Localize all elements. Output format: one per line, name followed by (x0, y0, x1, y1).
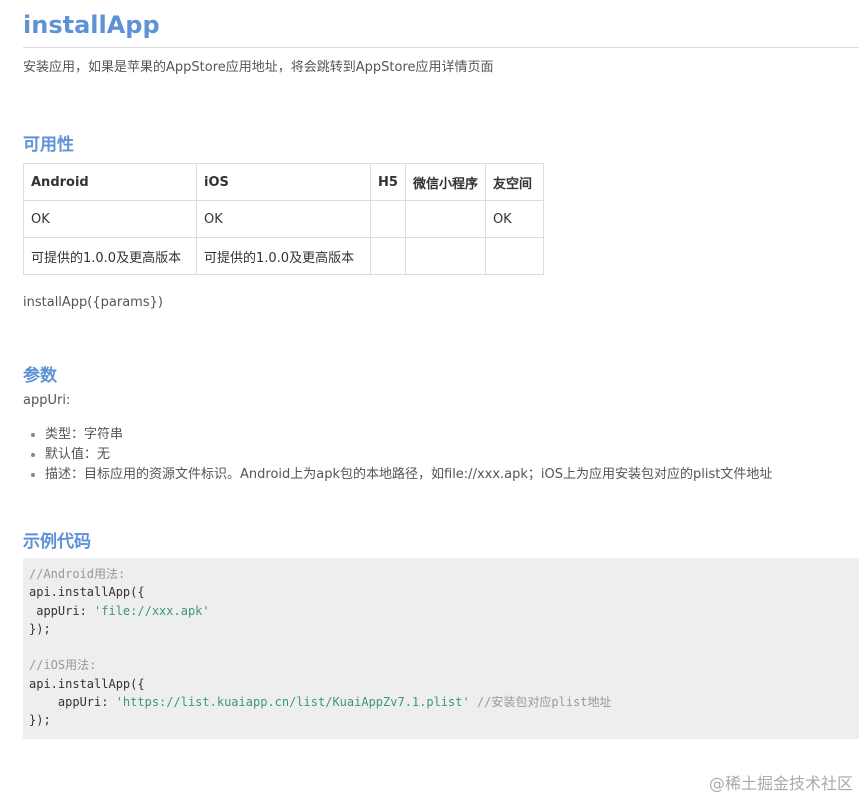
code-line: api.installApp({ (29, 585, 145, 600)
column-header-android: Android (23, 163, 197, 201)
table-cell: OK (23, 200, 197, 238)
code-string: 'https://list.kuaiapp.cn/list/KuaiAppZv7… (115, 695, 470, 710)
table-cell: 可提供的1.0.0及更高版本 (196, 237, 371, 275)
table-cell (370, 237, 406, 275)
watermark: @稀土掘金技术社区 (708, 774, 853, 793)
code-key: appUri: (29, 695, 116, 710)
code-string: 'file://xxx.apk' (94, 603, 210, 618)
param-detail-list: 类型：字符串 默认值：无 描述：目标应用的资源文件标识。Android上为apk… (23, 425, 859, 485)
code-comment: //iOS用法: (29, 658, 97, 673)
section-heading-example: 示例代码 (23, 532, 91, 552)
param-name: appUri: (23, 393, 71, 408)
availability-table: Android iOS H5 微信小程序 友空间 OK OK OK 可提供的1.… (23, 163, 544, 275)
column-header-wechat-miniprogram: 微信小程序 (404, 163, 486, 201)
code-line: api.installApp({ (29, 676, 145, 691)
table-cell (484, 237, 544, 275)
page-description: 安装应用，如果是苹果的AppStore应用地址，将会跳转到AppStore应用详… (23, 60, 494, 75)
table-header-row: Android iOS H5 微信小程序 友空间 (23, 163, 544, 201)
list-item: 默认值：无 (45, 445, 859, 465)
code-block[interactable]: //Android用法: api.installApp({ appUri: 'f… (23, 558, 859, 739)
doc-page: installApp 安装应用，如果是苹果的AppStore应用地址，将会跳转到… (23, 0, 859, 739)
table-cell (404, 200, 486, 238)
table-row: 可提供的1.0.0及更高版本 可提供的1.0.0及更高版本 (23, 237, 544, 275)
code-key: appUri: (29, 603, 95, 618)
function-signature: installApp({params}) (23, 295, 163, 310)
code-comment: //Android用法: (29, 567, 126, 581)
table-cell: OK (196, 200, 371, 238)
list-item: 类型：字符串 (45, 425, 859, 445)
code-line: }); (29, 621, 51, 636)
table-cell: OK (484, 200, 544, 238)
column-header-ios: iOS (196, 163, 371, 201)
code-line: }); (29, 713, 51, 728)
table-cell (404, 237, 486, 275)
table-cell (370, 200, 406, 238)
table-row: OK OK OK (23, 200, 544, 238)
column-header-youkongjian: 友空间 (484, 163, 544, 201)
list-item: 描述：目标应用的资源文件标识。Android上为apk包的本地路径，如file:… (45, 465, 859, 485)
table-cell: 可提供的1.0.0及更高版本 (23, 237, 197, 275)
code-comment: //安装包对应plist地址 (469, 695, 612, 710)
section-heading-availability: 可用性 (23, 135, 74, 155)
column-header-h5: H5 (370, 163, 406, 201)
page-title: installApp (23, 0, 859, 48)
section-heading-params: 参数 (23, 366, 57, 386)
